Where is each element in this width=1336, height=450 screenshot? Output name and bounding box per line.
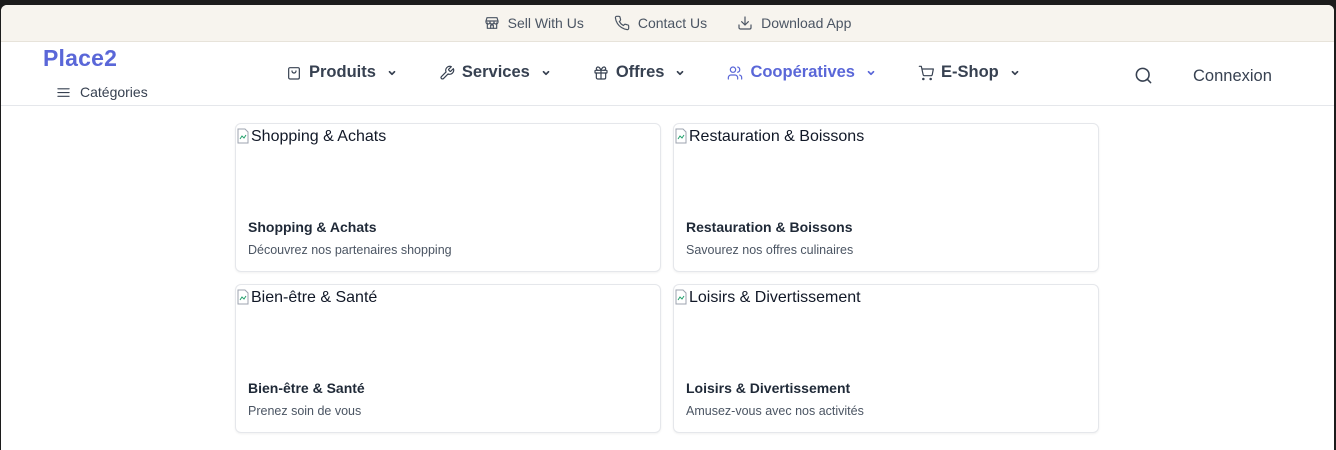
nav-item-cooperatives[interactable]: Coopératives bbox=[727, 63, 876, 82]
category-card[interactable]: Shopping & Achats Shopping & Achats Déco… bbox=[235, 123, 661, 272]
sell-with-us-label: Sell With Us bbox=[507, 15, 584, 31]
nav-item-services[interactable]: Services bbox=[439, 63, 551, 82]
broken-image-icon bbox=[236, 128, 250, 144]
card-image-broken: Bien-être & Santé bbox=[236, 285, 660, 375]
chevron-down-icon bbox=[867, 70, 875, 75]
categories-menu-button[interactable]: Catégories bbox=[56, 84, 148, 100]
cart-icon bbox=[918, 65, 934, 80]
nav-item-offres[interactable]: Offres bbox=[593, 63, 686, 82]
card-description: Découvrez nos partenaires shopping bbox=[248, 243, 452, 257]
category-cards-grid: Shopping & Achats Shopping & Achats Déco… bbox=[235, 123, 1099, 433]
card-image-broken: Restauration & Boissons bbox=[674, 124, 1098, 214]
main-header: Place2 Catégories Produits Services Offr… bbox=[1, 42, 1334, 106]
nav-item-label: Produits bbox=[309, 63, 376, 81]
card-description: Amusez-vous avec nos activités bbox=[686, 404, 864, 418]
category-card[interactable]: Bien-être & Santé Bien-être & Santé Pren… bbox=[235, 284, 661, 433]
shopping-bag-icon bbox=[288, 66, 300, 80]
contact-us-label: Contact Us bbox=[637, 15, 708, 31]
download-icon bbox=[738, 16, 752, 30]
card-title: Loisirs & Divertissement bbox=[686, 380, 851, 396]
nav-item-label: Offres bbox=[615, 63, 665, 81]
nav-item-label: Services bbox=[461, 63, 530, 81]
nav-item-eshop[interactable]: E-Shop bbox=[918, 63, 1020, 82]
card-title: Restauration & Boissons bbox=[686, 219, 853, 235]
card-image-alt: Shopping & Achats bbox=[251, 128, 387, 145]
contact-us-link[interactable]: Contact Us bbox=[614, 15, 707, 31]
wrench-icon bbox=[440, 65, 455, 80]
broken-image-icon bbox=[674, 289, 688, 305]
card-description: Savourez nos offres culinaires bbox=[686, 243, 854, 257]
search-icon bbox=[1135, 67, 1152, 84]
sell-with-us-link[interactable]: Sell With Us bbox=[484, 15, 584, 31]
nav-item-label: Coopératives bbox=[750, 63, 855, 81]
broken-image-icon bbox=[236, 289, 250, 305]
card-image-alt: Bien-être & Santé bbox=[251, 289, 378, 306]
card-image-broken: Loisirs & Divertissement bbox=[674, 285, 1098, 375]
card-image-alt: Loisirs & Divertissement bbox=[689, 289, 861, 306]
card-image-broken: Shopping & Achats bbox=[236, 124, 660, 214]
main-nav: Produits Services Offres Coopératives E- bbox=[286, 63, 1062, 82]
top-utility-bar: Sell With Us Contact Us Download App bbox=[1, 5, 1334, 42]
site-logo[interactable]: Place2 bbox=[43, 45, 117, 72]
browser-viewport: Sell With Us Contact Us Download App Pla… bbox=[1, 5, 1334, 450]
download-app-label: Download App bbox=[761, 15, 852, 31]
chevron-down-icon bbox=[542, 70, 550, 75]
chevron-down-icon bbox=[388, 70, 396, 75]
card-title: Shopping & Achats bbox=[248, 219, 377, 235]
chevron-down-icon bbox=[1011, 70, 1019, 75]
broken-image-icon bbox=[674, 128, 688, 144]
menu-icon bbox=[57, 87, 70, 97]
login-button[interactable]: Connexion bbox=[1193, 67, 1272, 86]
download-app-link[interactable]: Download App bbox=[737, 15, 851, 31]
search-button[interactable] bbox=[1134, 66, 1153, 90]
nav-item-label: E-Shop bbox=[940, 63, 999, 81]
category-card[interactable]: Loisirs & Divertissement Loisirs & Diver… bbox=[673, 284, 1099, 433]
card-title: Bien-être & Santé bbox=[248, 380, 365, 396]
card-description: Prenez soin de vous bbox=[248, 404, 362, 418]
category-card[interactable]: Restauration & Boissons Restauration & B… bbox=[673, 123, 1099, 272]
gift-icon bbox=[594, 65, 608, 80]
categories-label: Catégories bbox=[80, 84, 148, 100]
store-icon bbox=[485, 17, 499, 29]
users-icon bbox=[728, 65, 743, 80]
nav-item-produits[interactable]: Produits bbox=[286, 63, 397, 82]
card-image-alt: Restauration & Boissons bbox=[689, 128, 865, 145]
chevron-down-icon bbox=[677, 70, 684, 75]
phone-icon bbox=[614, 15, 630, 31]
